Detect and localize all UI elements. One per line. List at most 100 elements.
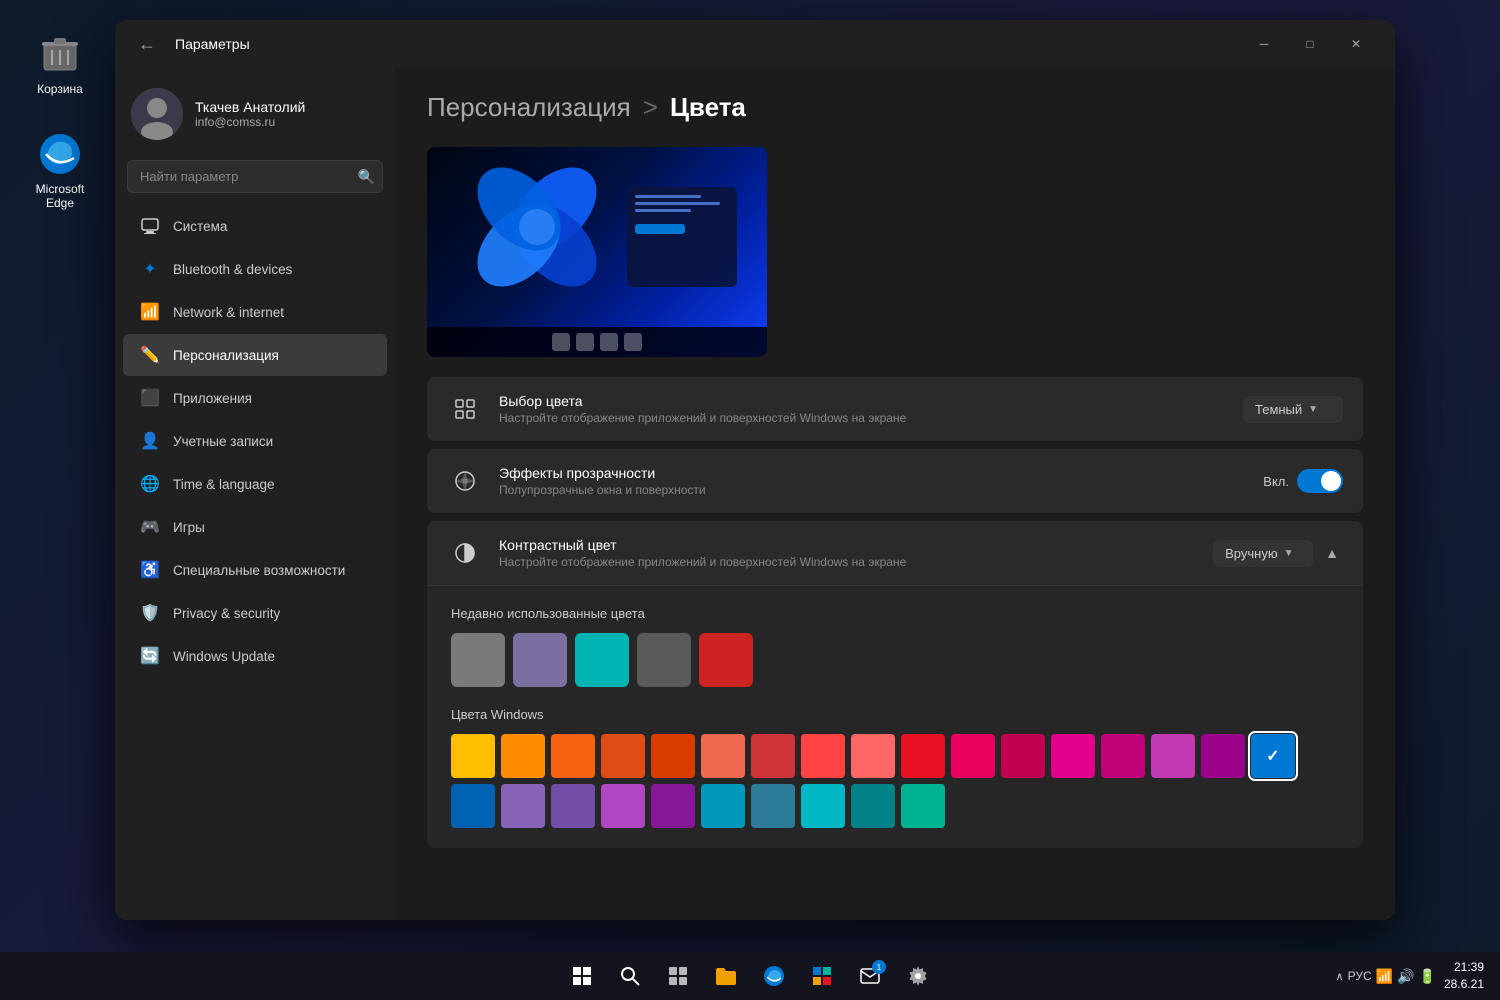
back-button[interactable]: ← — [131, 28, 163, 60]
start-button[interactable] — [562, 956, 602, 996]
win-swatch-26[interactable] — [901, 784, 945, 828]
recent-swatch-3[interactable] — [637, 633, 691, 687]
win-swatch-25[interactable] — [851, 784, 895, 828]
sidebar-item-update[interactable]: 🔄 Windows Update — [123, 635, 387, 677]
contrast-dropdown[interactable]: Вручную ▼ — [1213, 540, 1313, 567]
desktop-icon-edge[interactable]: Microsoft Edge — [20, 130, 100, 210]
search-icon: 🔍 — [358, 168, 375, 185]
win-swatch-9[interactable] — [901, 734, 945, 778]
transparency-toggle[interactable] — [1297, 469, 1343, 493]
search-input[interactable] — [127, 160, 383, 193]
contrast-row[interactable]: Контрастный цвет Настройте отображение п… — [427, 521, 1363, 585]
sidebar-item-apps[interactable]: ⬛ Приложения — [123, 377, 387, 419]
user-profile[interactable]: Ткачев Анатолий info@comss.ru — [115, 76, 395, 160]
search-box: 🔍 — [127, 160, 383, 193]
minimize-button[interactable]: ─ — [1241, 28, 1287, 60]
sidebar-item-gaming[interactable]: 🎮 Игры — [123, 506, 387, 548]
taskbar-sys-tray[interactable]: ∧ РУС 📶 🔊 🔋 — [1336, 968, 1436, 985]
accessibility-label: Специальные возможности — [173, 563, 345, 578]
privacy-icon: 🛡️ — [139, 602, 161, 624]
preview-line-1 — [635, 195, 701, 198]
taskbar-edge[interactable] — [754, 956, 794, 996]
maximize-button[interactable]: □ — [1287, 28, 1333, 60]
preview-mini-taskbar — [427, 327, 767, 357]
apps-label: Приложения — [173, 391, 252, 406]
sidebar-item-bluetooth[interactable]: ✦ Bluetooth & devices — [123, 248, 387, 290]
win-swatch-16[interactable] — [1251, 734, 1295, 778]
win-swatch-17[interactable] — [451, 784, 495, 828]
transparency-text: Эффекты прозрачности Полупрозрачные окна… — [499, 465, 1247, 497]
recent-swatch-1[interactable] — [513, 633, 567, 687]
sidebar-item-system[interactable]: Система — [123, 205, 387, 247]
color-choice-row[interactable]: Выбор цвета Настройте отображение прилож… — [427, 377, 1363, 441]
contrast-collapse-button[interactable]: ▲ — [1321, 541, 1343, 565]
win-swatch-12[interactable] — [1051, 734, 1095, 778]
color-choice-text: Выбор цвета Настройте отображение прилож… — [499, 393, 1227, 425]
user-name: Ткачев Анатолий — [195, 99, 305, 115]
close-button[interactable]: ✕ — [1333, 28, 1379, 60]
taskbar-store[interactable] — [802, 956, 842, 996]
color-choice-title: Выбор цвета — [499, 393, 1227, 409]
taskbar-taskview[interactable] — [658, 956, 698, 996]
win-swatch-11[interactable] — [1001, 734, 1045, 778]
win-swatch-15[interactable] — [1201, 734, 1245, 778]
desktop-icon-recycle-bin[interactable]: Корзина — [20, 30, 100, 96]
win-swatch-21[interactable] — [651, 784, 695, 828]
preview-taskbar-icon-2 — [576, 333, 594, 351]
clock-time: 21:39 — [1444, 959, 1484, 976]
win-swatch-10[interactable] — [951, 734, 995, 778]
taskbar-settings[interactable] — [898, 956, 938, 996]
contrast-text: Контрастный цвет Настройте отображение п… — [499, 537, 1197, 569]
win-swatch-3[interactable] — [601, 734, 645, 778]
taskbar-search[interactable] — [610, 956, 650, 996]
win-swatch-18[interactable] — [501, 784, 545, 828]
win-swatch-22[interactable] — [701, 784, 745, 828]
network-label: Network & internet — [173, 305, 284, 320]
sidebar-item-network[interactable]: 📶 Network & internet — [123, 291, 387, 333]
win-swatch-2[interactable] — [551, 734, 595, 778]
preview-line-3 — [635, 209, 691, 212]
win-swatch-24[interactable] — [801, 784, 845, 828]
win-swatch-5[interactable] — [701, 734, 745, 778]
recent-swatch-0[interactable] — [451, 633, 505, 687]
window-controls: ─ □ ✕ — [1241, 28, 1379, 60]
tray-expand[interactable]: ∧ — [1336, 970, 1344, 983]
sidebar-item-accounts[interactable]: 👤 Учетные записи — [123, 420, 387, 462]
edge-icon — [36, 130, 84, 178]
recent-swatch-2[interactable] — [575, 633, 629, 687]
win-swatch-0[interactable] — [451, 734, 495, 778]
title-bar-left: ← Параметры — [131, 28, 250, 60]
win-swatch-8[interactable] — [851, 734, 895, 778]
win-swatch-20[interactable] — [601, 784, 645, 828]
win-swatch-13[interactable] — [1101, 734, 1145, 778]
taskbar-mail[interactable]: 1 — [850, 956, 890, 996]
win-swatch-23[interactable] — [751, 784, 795, 828]
sidebar-item-privacy[interactable]: 🛡️ Privacy & security — [123, 592, 387, 634]
recent-swatch-4[interactable] — [699, 633, 753, 687]
win-swatch-6[interactable] — [751, 734, 795, 778]
main-content: Персонализация > Цвета — [395, 68, 1395, 920]
taskbar: 1 ∧ РУС 📶 🔊 🔋 21:39 28.6.21 — [0, 952, 1500, 1000]
win-swatch-1[interactable] — [501, 734, 545, 778]
wifi-icon: 📶 — [1376, 968, 1393, 985]
transparency-row[interactable]: Эффекты прозрачности Полупрозрачные окна… — [427, 449, 1363, 513]
time-icon: 🌐 — [139, 473, 161, 495]
sidebar-item-accessibility[interactable]: ♿ Специальные возможности — [123, 549, 387, 591]
win-swatch-4[interactable] — [651, 734, 695, 778]
sidebar-item-time[interactable]: 🌐 Time & language — [123, 463, 387, 505]
transparency-control[interactable]: Вкл. — [1263, 469, 1343, 493]
sidebar-item-personalization[interactable]: ✏️ Персонализация — [123, 334, 387, 376]
window-title: Параметры — [175, 36, 250, 52]
color-choice-dropdown[interactable]: Темный ▼ — [1243, 396, 1343, 423]
win-swatch-7[interactable] — [801, 734, 845, 778]
win-swatch-19[interactable] — [551, 784, 595, 828]
lang-indicator: РУС — [1348, 969, 1372, 983]
clock[interactable]: 21:39 28.6.21 — [1444, 959, 1484, 993]
desktop: Корзина Microsoft Edge ← Параметры ─ □ — [0, 0, 1500, 1000]
taskbar-explorer[interactable] — [706, 956, 746, 996]
contrast-control[interactable]: Вручную ▼ ▲ — [1213, 540, 1343, 567]
preview-taskbar-icon-1 — [552, 333, 570, 351]
apps-icon: ⬛ — [139, 387, 161, 409]
color-choice-control[interactable]: Темный ▼ — [1243, 396, 1343, 423]
win-swatch-14[interactable] — [1151, 734, 1195, 778]
